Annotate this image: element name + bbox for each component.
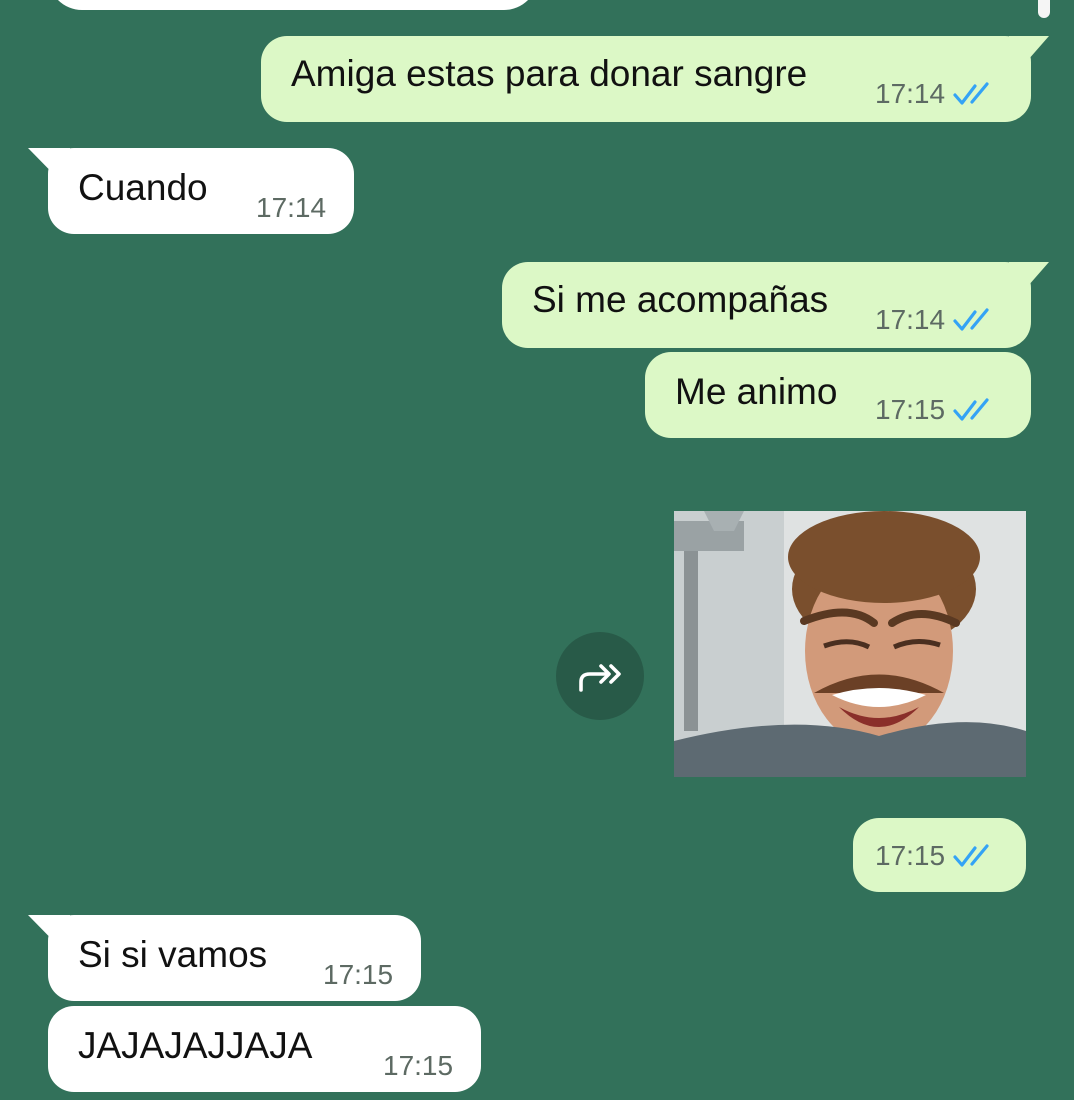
message-meta: 17:15 (323, 959, 393, 991)
double-check-icon (953, 844, 989, 867)
message-bubble-incoming[interactable]: Cuando 17:14 (28, 148, 354, 234)
bubble-tail (28, 148, 70, 178)
scrollbar-thumb[interactable] (1038, 0, 1050, 18)
chat-area[interactable]: Amiga estas para donar sangre 17:14 Cuan… (0, 0, 1074, 1100)
bubble-tail (1009, 36, 1049, 68)
message-bubble-incoming[interactable]: JAJAJAJJAJA 17:15 (48, 1006, 481, 1092)
double-check-icon (953, 82, 989, 105)
message-text: Si si vamos (78, 934, 268, 975)
sticker-image[interactable] (674, 511, 1026, 777)
forward-icon (579, 664, 621, 692)
double-check-icon (953, 398, 989, 421)
crying-man-sticker (674, 511, 1026, 777)
message-time: 17:15 (875, 840, 946, 871)
message-text: Amiga estas para donar sangre (291, 53, 808, 94)
message-meta: 17:15 (875, 394, 997, 426)
message-meta: 17:14 (875, 78, 997, 110)
message-meta: 17:15 (383, 1050, 453, 1082)
message-meta: 17:14 (256, 192, 326, 224)
previous-message-bubble[interactable] (48, 0, 538, 10)
message-text: Cuando (78, 167, 208, 208)
message-text: JAJAJAJJAJA (78, 1025, 313, 1066)
message-bubble-incoming[interactable]: Si si vamos 17:15 (28, 915, 421, 1001)
message-meta: 17:14 (875, 304, 997, 336)
bubble-tail (28, 915, 70, 945)
message-time: 17:14 (875, 78, 946, 109)
message-text: Si me acompañas (532, 279, 829, 320)
message-bubble-outgoing[interactable]: Si me acompañas 17:14 (502, 262, 1049, 348)
message-bubble-outgoing[interactable]: 17:15 (853, 818, 1026, 892)
double-check-icon (953, 308, 989, 331)
message-time: 17:14 (256, 192, 327, 223)
forward-button[interactable] (556, 632, 644, 720)
message-time: 17:14 (875, 304, 946, 335)
message-time: 17:15 (383, 1050, 454, 1081)
message-bubble-outgoing[interactable]: Me animo 17:15 (645, 352, 1031, 438)
message-bubble-outgoing[interactable]: Amiga estas para donar sangre 17:14 (261, 36, 1049, 122)
bubble-tail (1009, 262, 1049, 294)
message-text: Me animo (675, 371, 838, 412)
message-time: 17:15 (875, 394, 946, 425)
message-meta: 17:15 (875, 840, 997, 872)
message-time: 17:15 (323, 959, 394, 990)
